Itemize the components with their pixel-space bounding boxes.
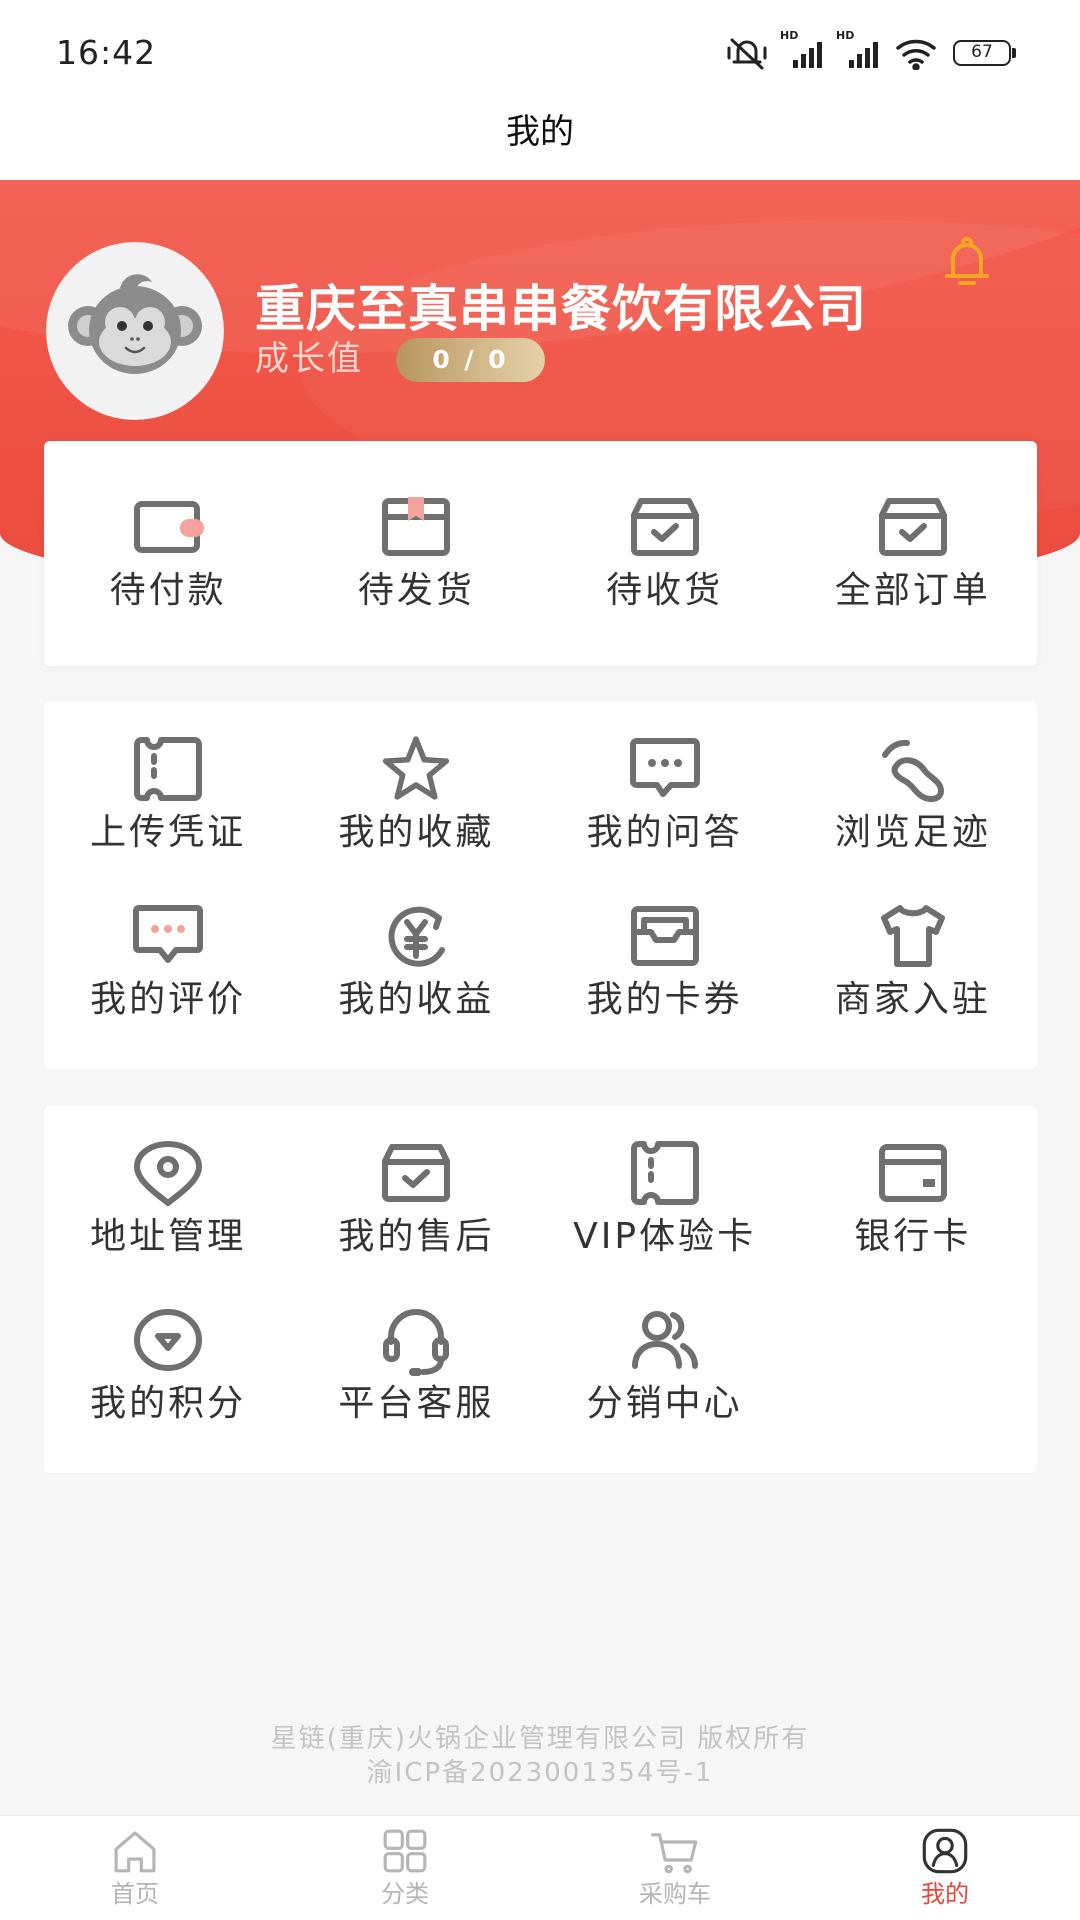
ticket-icon xyxy=(625,1133,705,1213)
tool-label: 平台客服 xyxy=(338,1383,495,1424)
services-card: 上传凭证 我的收藏 我的问答 浏览足迹 我的评价 我的收益 我的卡券 商家入驻 xyxy=(44,702,1037,1069)
order-item-label: 全部订单 xyxy=(834,570,991,611)
bell-icon[interactable] xyxy=(941,233,993,289)
tool-vip-card[interactable]: VIP体验卡 xyxy=(541,1133,789,1259)
footprint-icon xyxy=(873,729,953,809)
order-item-label: 待付款 xyxy=(109,570,227,611)
box-check-icon xyxy=(376,1133,456,1213)
battery-level: 67 xyxy=(953,40,1011,66)
battery-nub xyxy=(1012,48,1016,58)
tool-after-sales[interactable]: 我的售后 xyxy=(292,1133,540,1259)
avatar[interactable] xyxy=(46,242,224,420)
box-check-icon xyxy=(873,487,953,567)
service-merchant-join[interactable]: 商家入驻 xyxy=(789,896,1037,1022)
tab-profile[interactable]: 我的 xyxy=(810,1816,1080,1920)
tool-label: 银行卡 xyxy=(854,1216,972,1257)
grid-icon xyxy=(383,1829,427,1873)
monkey-avatar-icon xyxy=(46,242,224,420)
service-label: 我的收益 xyxy=(338,979,495,1020)
bank-card-icon xyxy=(873,1133,953,1213)
service-label: 上传凭证 xyxy=(90,812,247,853)
service-history[interactable]: 浏览足迹 xyxy=(789,729,1037,855)
tool-label: 我的积分 xyxy=(90,1383,247,1424)
package-icon xyxy=(376,487,456,567)
copyright-text: 星链(重庆)火锅企业管理有限公司 版权所有 xyxy=(270,1724,810,1754)
tool-label: VIP体验卡 xyxy=(573,1216,757,1257)
tab-bar: 首页 分类 采购车 我的 xyxy=(0,1815,1080,1920)
service-favorites[interactable]: 我的收藏 xyxy=(292,729,540,855)
battery-icon: 67 xyxy=(953,40,1017,66)
footer: 星链(重庆)火锅企业管理有限公司 版权所有 渝ICP备2023001354号-1 xyxy=(0,1722,1080,1790)
growth-value-badge[interactable]: 0 / 0 xyxy=(396,338,545,382)
tab-label: 首页 xyxy=(111,1880,159,1908)
ticket-icon xyxy=(128,729,208,809)
profile-icon xyxy=(922,1828,968,1874)
order-all[interactable]: 全部订单 xyxy=(789,487,1037,666)
home-icon xyxy=(114,1831,156,1873)
growth-label: 成长值 xyxy=(255,339,363,379)
tools-card: 地址管理 我的售后 VIP体验卡 银行卡 我的积分 平台客服 分销中心 xyxy=(44,1106,1037,1473)
service-label: 我的收藏 xyxy=(338,812,495,853)
service-qa[interactable]: 我的问答 xyxy=(541,729,789,855)
service-reviews[interactable]: 我的评价 xyxy=(44,896,292,1022)
status-time: 16:42 xyxy=(56,33,157,72)
service-coupons[interactable]: 我的卡券 xyxy=(541,896,789,1022)
service-label: 我的卡券 xyxy=(586,979,743,1020)
order-pending-shipment[interactable]: 待发货 xyxy=(292,487,540,666)
service-label: 商家入驻 xyxy=(834,979,991,1020)
star-icon xyxy=(376,729,456,809)
company-name: 重庆至真串串餐饮有限公司 xyxy=(255,280,867,338)
tool-customer-service[interactable]: 平台客服 xyxy=(292,1300,540,1426)
coupon-icon xyxy=(625,896,705,976)
points-icon xyxy=(128,1300,208,1380)
shop-icon xyxy=(873,896,953,976)
wifi-icon xyxy=(896,39,936,70)
headset-icon xyxy=(376,1300,456,1380)
mute-icon xyxy=(727,38,767,70)
tab-category[interactable]: 分类 xyxy=(270,1816,540,1920)
tab-label: 采购车 xyxy=(639,1880,711,1908)
tool-address[interactable]: 地址管理 xyxy=(44,1133,292,1259)
box-check-icon xyxy=(625,487,705,567)
comment-icon xyxy=(128,896,208,976)
page-title: 我的 xyxy=(506,112,574,152)
wallet-icon xyxy=(128,487,208,567)
orders-card: 待付款 待发货 待收货 全部订单 xyxy=(44,441,1037,666)
tool-bank-card[interactable]: 银行卡 xyxy=(789,1133,1037,1259)
yen-icon xyxy=(376,896,456,976)
tool-points[interactable]: 我的积分 xyxy=(44,1300,292,1426)
tab-cart[interactable]: 采购车 xyxy=(540,1816,810,1920)
tool-label: 地址管理 xyxy=(90,1216,247,1257)
order-item-label: 待收货 xyxy=(606,570,724,611)
tab-label: 我的 xyxy=(921,1880,969,1908)
tab-home[interactable]: 首页 xyxy=(0,1816,270,1920)
location-pin-icon xyxy=(128,1133,208,1213)
users-icon xyxy=(625,1300,705,1380)
order-pending-receipt[interactable]: 待收货 xyxy=(541,487,789,666)
service-earnings[interactable]: 我的收益 xyxy=(292,896,540,1022)
tool-label: 分销中心 xyxy=(586,1383,743,1424)
chat-dots-icon xyxy=(625,729,705,809)
tab-label: 分类 xyxy=(381,1880,429,1908)
order-pending-payment[interactable]: 待付款 xyxy=(44,487,292,666)
signal-icon: HD xyxy=(836,30,884,72)
service-label: 我的问答 xyxy=(586,812,743,853)
tool-label: 我的售后 xyxy=(338,1216,495,1257)
service-label: 我的评价 xyxy=(90,979,247,1020)
service-label: 浏览足迹 xyxy=(834,812,991,853)
icp-text: 渝ICP备2023001354号-1 xyxy=(366,1758,714,1788)
order-item-label: 待发货 xyxy=(357,570,475,611)
cart-icon xyxy=(650,1833,698,1874)
signal-icon: HD xyxy=(780,30,828,72)
service-upload-voucher[interactable]: 上传凭证 xyxy=(44,729,292,855)
tool-distribution-center[interactable]: 分销中心 xyxy=(541,1300,789,1426)
